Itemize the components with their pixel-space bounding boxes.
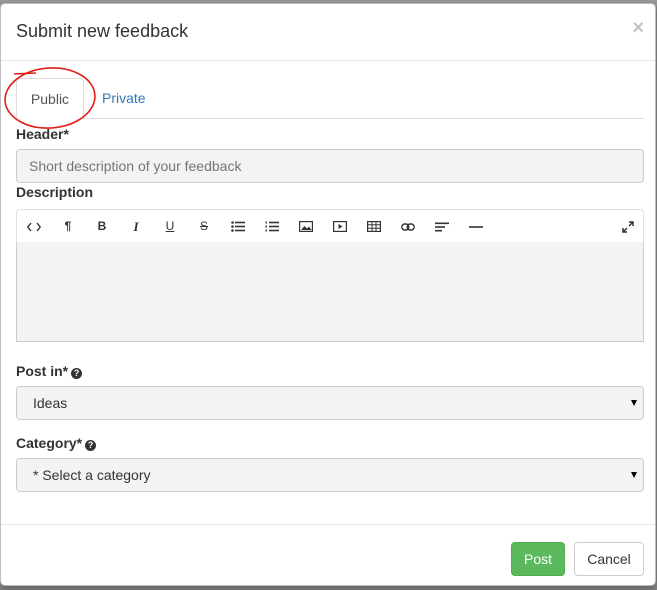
description-label: Description (16, 184, 94, 200)
post-in-selected-value: Ideas (33, 395, 68, 411)
question-circle-icon: ? (71, 368, 83, 379)
tab-public[interactable]: Public (16, 78, 84, 119)
header-input[interactable] (16, 149, 644, 183)
editor-toolbar: ¶ B I U S (16, 209, 644, 243)
caret-down-icon (631, 472, 637, 478)
feedback-modal: Submit new feedback × Public Private Hea… (0, 3, 656, 586)
post-in-label-text: Post in* (16, 363, 69, 379)
modal-header: Submit new feedback × (1, 4, 655, 61)
align-icon[interactable] (425, 210, 459, 243)
bold-icon[interactable]: B (85, 210, 119, 243)
category-label-text: Category* (16, 435, 83, 451)
table-icon[interactable] (357, 210, 391, 243)
cancel-button[interactable]: Cancel (574, 542, 644, 576)
question-circle-icon: ? (85, 440, 97, 451)
post-in-label: Post in*? (16, 363, 83, 379)
description-editor[interactable] (16, 242, 644, 342)
horizontal-rule-icon[interactable] (459, 210, 493, 243)
strikethrough-icon[interactable]: S (187, 210, 221, 243)
category-select[interactable]: * Select a category (16, 458, 644, 492)
link-icon[interactable] (391, 210, 425, 243)
post-in-select[interactable]: Ideas (16, 386, 644, 420)
modal-title: Submit new feedback (16, 21, 189, 41)
unordered-list-icon[interactable] (221, 210, 255, 243)
category-selected-value: * Select a category (33, 467, 151, 483)
visibility-tabs: Public Private (16, 78, 644, 119)
underline-icon[interactable]: U (153, 210, 187, 243)
tab-private[interactable]: Private (87, 78, 161, 119)
image-icon[interactable] (289, 210, 323, 243)
ordered-list-icon[interactable] (255, 210, 289, 243)
fullscreen-icon[interactable] (611, 210, 645, 243)
video-icon[interactable] (323, 210, 357, 243)
code-icon[interactable] (17, 210, 51, 243)
header-label: Header* (16, 126, 69, 142)
italic-icon[interactable]: I (119, 210, 153, 243)
close-button[interactable]: × (632, 18, 644, 38)
modal-footer: Post Cancel (1, 524, 655, 587)
caret-down-icon (631, 400, 637, 406)
paragraph-icon[interactable]: ¶ (51, 210, 85, 243)
post-button[interactable]: Post (511, 542, 565, 576)
category-label: Category*? (16, 435, 97, 451)
